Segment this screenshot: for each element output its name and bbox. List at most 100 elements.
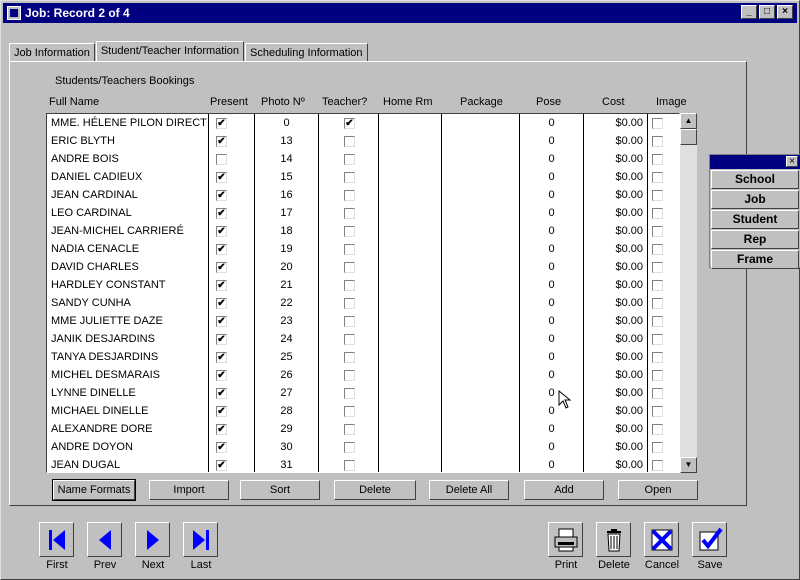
table-row[interactable]: MME JULIETTE DAZE ✔ 23 0 $0.00 [47,312,679,330]
cell-cost[interactable]: $0.00 [584,222,643,240]
checkbox-image[interactable] [652,226,663,237]
cell-pose[interactable]: 0 [520,294,583,312]
palette-close-button[interactable]: × [786,156,798,167]
cell-cost[interactable]: $0.00 [584,366,643,384]
cell-home-rm[interactable] [442,222,519,240]
cell-photo-no[interactable]: 30 [255,438,318,456]
checkbox-present[interactable]: ✔ [216,370,227,381]
table-row[interactable]: JEAN-MICHEL CARRIERÉ ✔ 18 0 $0.00 [47,222,679,240]
checkbox-image[interactable] [652,136,663,147]
cell-photo-no[interactable]: 28 [255,402,318,420]
cell-home-rm[interactable] [442,258,519,276]
checkbox-present[interactable] [216,154,227,165]
cell-cost[interactable]: $0.00 [584,204,643,222]
cell-home-rm[interactable] [442,294,519,312]
cell-photo-no[interactable]: 19 [255,240,318,258]
table-row[interactable]: LEO CARDINAL ✔ 17 0 $0.00 [47,204,679,222]
palette-school-button[interactable]: School [711,170,799,189]
cell-pose[interactable]: 0 [520,330,583,348]
next-record-button[interactable] [135,522,170,557]
cancel-button[interactable] [644,522,679,557]
checkbox-image[interactable] [652,190,663,201]
checkbox-teacher[interactable] [344,262,355,273]
delete-record-button[interactable] [596,522,631,557]
palette-job-button[interactable]: Job [711,190,799,209]
cell-full-name[interactable]: JEAN DUGAL [51,456,207,472]
table-row[interactable]: ANDRE BOIS 14 0 $0.00 [47,150,679,168]
checkbox-image[interactable] [652,262,663,273]
checkbox-present[interactable]: ✔ [216,190,227,201]
title-bar[interactable]: Job: Record 2 of 4 _ □ × [3,3,797,23]
table-row[interactable]: DAVID CHARLES ✔ 20 0 $0.00 [47,258,679,276]
cell-cost[interactable]: $0.00 [584,330,643,348]
cell-full-name[interactable]: ALEXANDRE DORE [51,420,207,438]
checkbox-present[interactable]: ✔ [216,352,227,363]
checkbox-teacher[interactable] [344,190,355,201]
cell-pose[interactable]: 0 [520,384,583,402]
cell-cost[interactable]: $0.00 [584,456,643,472]
table-row[interactable]: JANIK DESJARDINS ✔ 24 0 $0.00 [47,330,679,348]
cell-full-name[interactable]: LEO CARDINAL [51,204,207,222]
scroll-down-button[interactable]: ▼ [680,457,697,473]
cell-pose[interactable]: 0 [520,312,583,330]
checkbox-image[interactable] [652,118,663,129]
cell-pose[interactable]: 0 [520,132,583,150]
cell-pose[interactable]: 0 [520,204,583,222]
cell-home-rm[interactable] [442,348,519,366]
table-row[interactable]: MICHEL DESMARAIS ✔ 26 0 $0.00 [47,366,679,384]
checkbox-teacher[interactable] [344,316,355,327]
cell-home-rm[interactable] [442,276,519,294]
cell-cost[interactable]: $0.00 [584,294,643,312]
cell-pose[interactable]: 0 [520,276,583,294]
cell-full-name[interactable]: JEAN CARDINAL [51,186,207,204]
checkbox-teacher[interactable] [344,352,355,363]
checkbox-present[interactable]: ✔ [216,334,227,345]
close-button[interactable]: × [777,5,793,19]
table-row[interactable]: MME. HÉLENE PILON DIRECT ✔ 0 ✔ 0 $0.00 [47,114,679,132]
cell-cost[interactable]: $0.00 [584,240,643,258]
cell-home-rm[interactable] [442,168,519,186]
cell-home-rm[interactable] [442,366,519,384]
cell-pose[interactable]: 0 [520,114,583,132]
cell-home-rm[interactable] [442,186,519,204]
cell-full-name[interactable]: MME JULIETTE DAZE [51,312,207,330]
table-row[interactable]: SANDY CUNHA ✔ 22 0 $0.00 [47,294,679,312]
cell-full-name[interactable]: MME. HÉLENE PILON DIRECT [51,114,207,132]
tab-scheduling-information[interactable]: Scheduling Information [245,43,368,61]
delete-all-button[interactable]: Delete All [429,480,509,500]
name-formats-button[interactable]: Name Formats [52,479,136,501]
cell-photo-no[interactable]: 21 [255,276,318,294]
delete-row-button[interactable]: Delete [334,480,416,500]
cell-photo-no[interactable]: 16 [255,186,318,204]
cell-cost[interactable]: $0.00 [584,132,643,150]
last-record-button[interactable] [183,522,218,557]
table-row[interactable]: JEAN CARDINAL ✔ 16 0 $0.00 [47,186,679,204]
cell-pose[interactable]: 0 [520,222,583,240]
cell-pose[interactable]: 0 [520,168,583,186]
scroll-up-button[interactable]: ▲ [680,113,697,129]
checkbox-teacher[interactable] [344,208,355,219]
checkbox-image[interactable] [652,280,663,291]
checkbox-present[interactable]: ✔ [216,298,227,309]
cell-cost[interactable]: $0.00 [584,384,643,402]
checkbox-present[interactable]: ✔ [216,208,227,219]
cell-pose[interactable]: 0 [520,402,583,420]
checkbox-image[interactable] [652,460,663,471]
checkbox-image[interactable] [652,442,663,453]
checkbox-image[interactable] [652,352,663,363]
scroll-thumb[interactable] [680,129,697,145]
checkbox-teacher[interactable]: ✔ [344,118,355,129]
cell-home-rm[interactable] [442,330,519,348]
checkbox-teacher[interactable] [344,442,355,453]
cell-pose[interactable]: 0 [520,348,583,366]
cell-full-name[interactable]: DANIEL CADIEUX [51,168,207,186]
checkbox-teacher[interactable] [344,424,355,435]
cell-full-name[interactable]: JEAN-MICHEL CARRIERÉ [51,222,207,240]
checkbox-present[interactable]: ✔ [216,118,227,129]
cell-full-name[interactable]: ANDRE BOIS [51,150,207,168]
checkbox-present[interactable]: ✔ [216,136,227,147]
cell-photo-no[interactable]: 13 [255,132,318,150]
cell-home-rm[interactable] [442,402,519,420]
cell-home-rm[interactable] [442,132,519,150]
table-row[interactable]: DANIEL CADIEUX ✔ 15 0 $0.00 [47,168,679,186]
